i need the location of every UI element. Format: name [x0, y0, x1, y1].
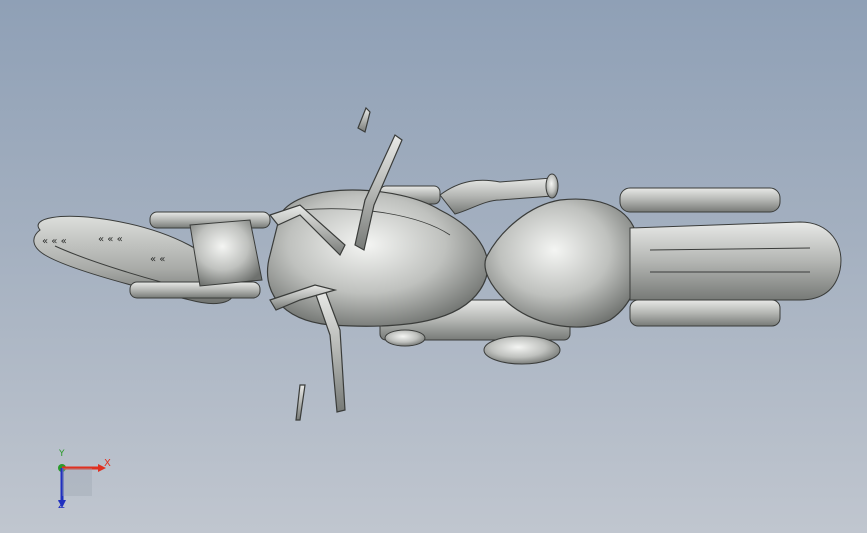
- svg-text:« « «: « « «: [42, 236, 67, 247]
- svg-text:« « «: « « «: [98, 234, 123, 245]
- 3d-viewport[interactable]: « « « « « « « « X Y Z: [0, 0, 867, 533]
- z-axis-label: Z: [58, 500, 65, 511]
- axis-triad: X Y Z: [48, 449, 118, 516]
- x-axis-label: X: [104, 458, 111, 469]
- rear-fender: [629, 221, 842, 327]
- motorcycle-model[interactable]: « « « « « « « «: [0, 0, 867, 533]
- y-axis-label: Y: [59, 449, 65, 459]
- svg-text:« «: « «: [150, 254, 165, 265]
